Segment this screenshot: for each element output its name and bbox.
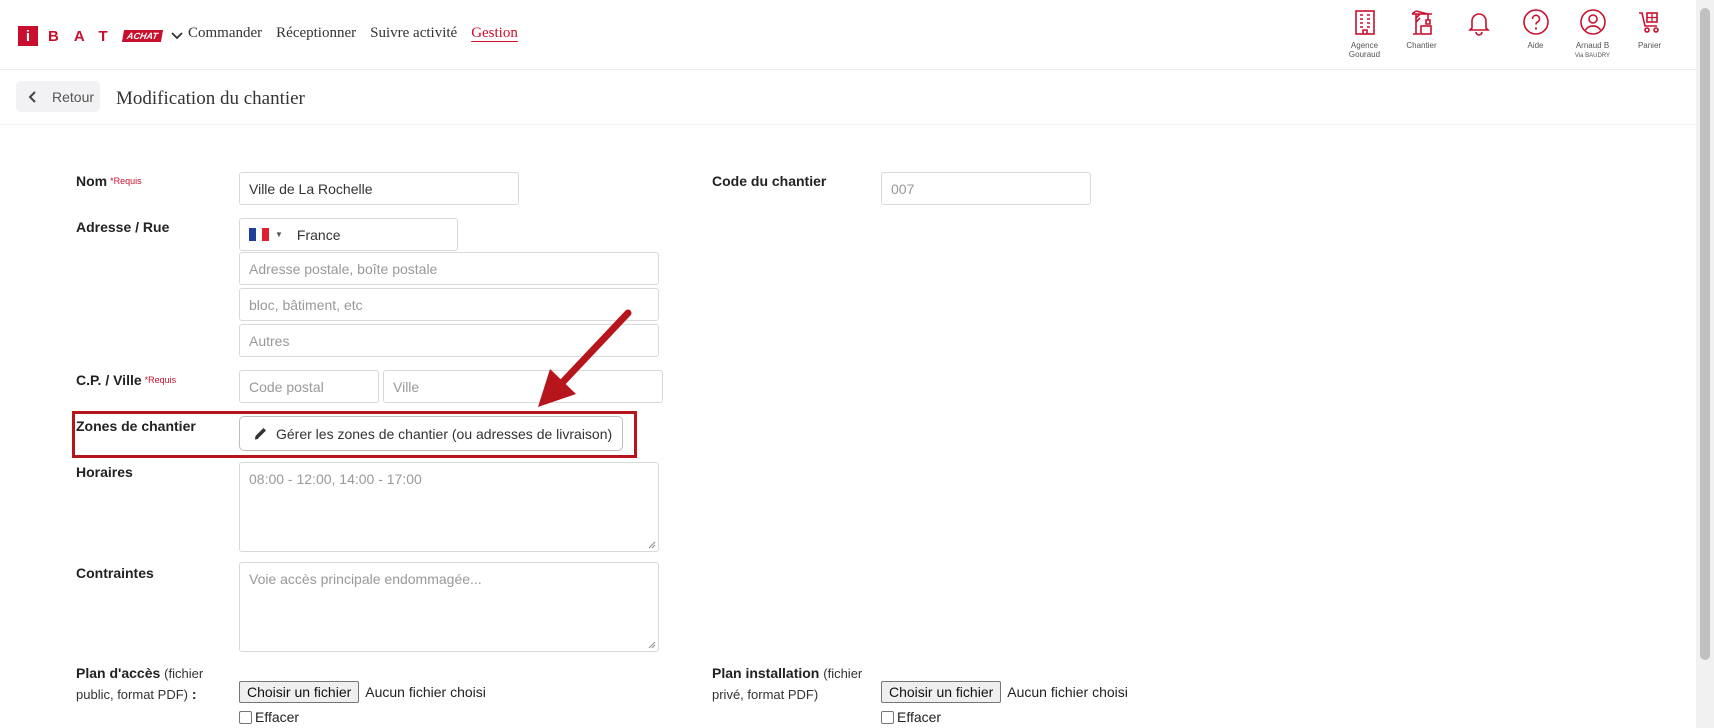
back-label: Retour	[52, 88, 95, 105]
name-input[interactable]: Ville de La Rochelle	[239, 172, 519, 205]
vertical-scrollbar[interactable]	[1696, 0, 1714, 728]
manage-zones-label: Gérer les zones de chantier (ou adresses…	[276, 425, 613, 442]
install-plan-clear-label: Effacer	[897, 709, 942, 725]
site-button[interactable]: Chantier	[1393, 8, 1450, 61]
hours-label: Horaires	[76, 464, 133, 480]
nav-receptionner[interactable]: Réceptionner	[276, 25, 356, 42]
pencil-icon	[254, 428, 266, 440]
access-plan-clear-checkbox[interactable]	[239, 710, 252, 724]
resize-grip-icon[interactable]	[648, 641, 656, 649]
access-plan-label: Plan d'accès (fichier public, format PDF…	[76, 663, 216, 705]
cart-icon	[1638, 12, 1659, 33]
constraints-textarea[interactable]: Voie accès principale endommagée...	[239, 562, 659, 652]
access-plan-file: Choisir un fichier Aucun fichier choisi	[239, 681, 486, 703]
france-flag-icon	[249, 228, 270, 241]
manage-zones-button[interactable]: Gérer les zones de chantier (ou adresses…	[239, 416, 623, 451]
user-icon	[1579, 9, 1606, 35]
site-code-label: Code du chantier	[712, 173, 827, 189]
main-nav: Commander Réceptionner Suivre activité G…	[188, 25, 518, 42]
hours-placeholder: 08:00 - 12:00, 14:00 - 17:00	[249, 471, 422, 487]
scrollbar-thumb[interactable]	[1700, 8, 1710, 660]
name-label: Nom *Requis	[76, 173, 142, 189]
install-plan-label: Plan installation (fichier privé, format…	[712, 663, 872, 705]
access-plan-choose-button[interactable]: Choisir un fichier	[239, 681, 360, 703]
hours-textarea[interactable]: 08:00 - 12:00, 14:00 - 17:00	[239, 462, 659, 552]
install-plan-clear: Effacer	[881, 709, 941, 725]
logo-initial: i	[18, 26, 38, 46]
install-plan-choose-button[interactable]: Choisir un fichier	[881, 681, 1002, 703]
country-value: France	[296, 226, 341, 243]
top-navigation: i BAT ACHAT Commander Réceptionner Suivr…	[0, 0, 1696, 70]
zones-label: Zones de chantier	[76, 418, 196, 434]
notifications-button[interactable]	[1450, 8, 1507, 61]
install-plan-note-b: privé, format PDF)	[712, 687, 819, 702]
nav-suivre-activite[interactable]: Suivre activité	[370, 25, 457, 42]
question-icon	[1522, 9, 1549, 35]
postal-code-input[interactable]: Code postal	[239, 370, 379, 403]
install-plan-clear-checkbox[interactable]	[881, 710, 894, 724]
crane-icon	[1411, 10, 1432, 35]
postal-label-text: C.P. / Ville	[76, 372, 142, 388]
install-plan-status: Aucun fichier choisi	[1007, 684, 1128, 700]
bell-icon	[1467, 13, 1490, 36]
required-tag: *Requis	[144, 375, 177, 385]
address-label: Adresse / Rue	[76, 219, 170, 235]
nav-commander[interactable]: Commander	[188, 25, 262, 42]
user-label: Arnaud B Via BAUDRY	[1575, 41, 1610, 61]
page-title: Modification du chantier	[116, 88, 305, 109]
user-button[interactable]: Arnaud B Via BAUDRY	[1564, 8, 1621, 61]
back-button[interactable]: Retour	[16, 81, 100, 112]
cart-button[interactable]: Panier	[1621, 8, 1678, 61]
caret-down-icon: ▼	[275, 230, 283, 239]
access-plan-colon: :	[191, 686, 197, 702]
install-plan-file: Choisir un fichier Aucun fichier choisi	[881, 681, 1128, 703]
chevron-left-icon	[28, 90, 36, 103]
logo-badge: ACHAT	[121, 30, 163, 42]
site-code-input[interactable]: 007	[881, 172, 1091, 205]
required-tag: *Requis	[110, 176, 142, 186]
top-icon-bar: Agence Gouraud Chantier Aide Arnaud B Via…	[1336, 8, 1678, 61]
resize-grip-icon[interactable]	[648, 541, 656, 549]
country-select[interactable]: ▼ France	[239, 218, 458, 251]
access-plan-clear-label: Effacer	[255, 709, 300, 725]
user-sub: Via BAUDRY	[1574, 53, 1611, 59]
access-plan-note-b: public, format PDF)	[76, 687, 188, 702]
agency-button[interactable]: Agence Gouraud	[1336, 8, 1393, 61]
install-plan-title: Plan installation	[712, 665, 820, 681]
logo-letters: BAT	[48, 27, 123, 45]
name-label-text: Nom	[76, 173, 108, 189]
ibat-logo[interactable]: i BAT ACHAT	[18, 26, 184, 46]
cart-label: Panier	[1637, 41, 1662, 50]
chevron-down-icon[interactable]	[170, 29, 184, 43]
access-plan-clear: Effacer	[239, 709, 299, 725]
annotation-arrow	[538, 309, 632, 407]
constraints-placeholder: Voie accès principale endommagée...	[249, 571, 482, 587]
constraints-label: Contraintes	[76, 565, 154, 581]
agency-label: Agence Gouraud	[1348, 41, 1381, 59]
help-label: Aide	[1527, 41, 1544, 50]
nav-gestion[interactable]: Gestion	[471, 25, 518, 42]
building-icon	[1354, 10, 1375, 35]
access-plan-title: Plan d'accès	[76, 665, 161, 681]
user-name: Arnaud B	[1575, 41, 1610, 50]
access-plan-note-a: (fichier	[164, 666, 204, 681]
postal-label: C.P. / Ville *Requis	[76, 372, 176, 388]
install-plan-note-a: (fichier	[823, 666, 863, 681]
sub-header: Retour Modification du chantier	[0, 71, 1696, 125]
access-plan-status: Aucun fichier choisi	[365, 684, 486, 700]
help-button[interactable]: Aide	[1507, 8, 1564, 61]
site-label: Chantier	[1406, 41, 1437, 50]
street-input[interactable]: Adresse postale, boîte postale	[239, 252, 659, 285]
